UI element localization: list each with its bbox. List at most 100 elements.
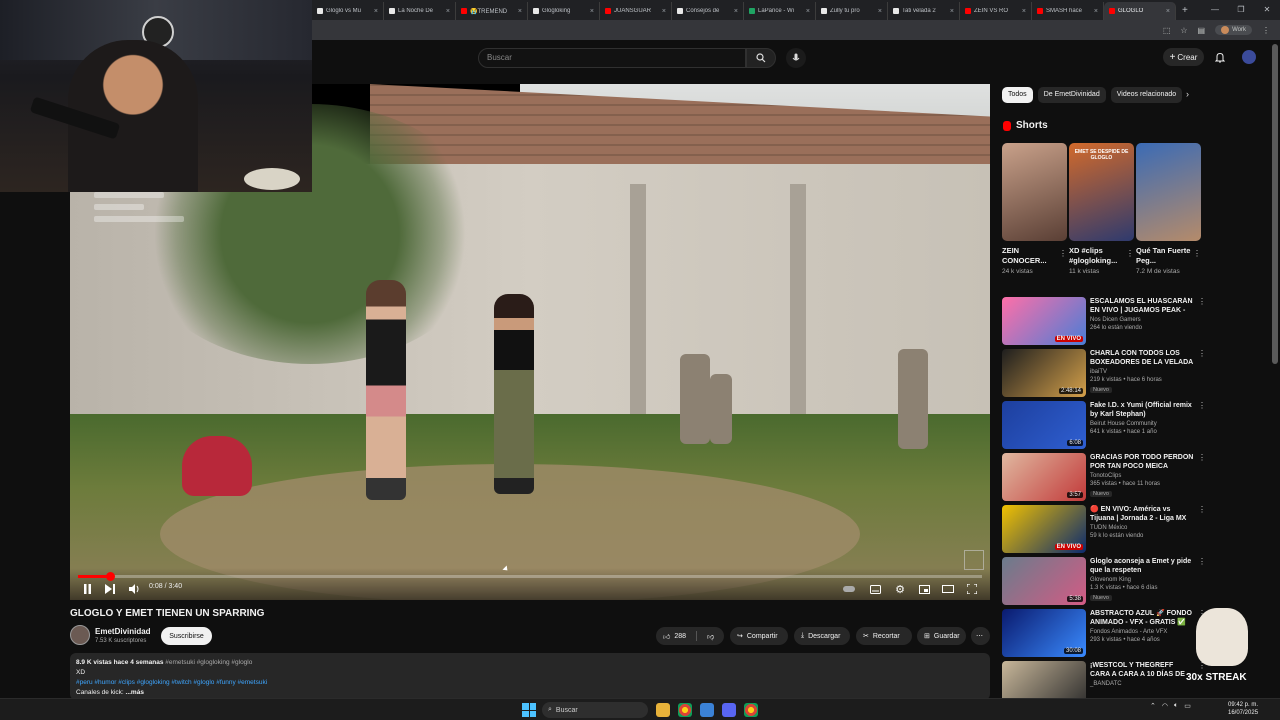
dislike-button[interactable]: 👎︎ (707, 632, 714, 641)
show-more-link[interactable]: ...más (126, 689, 144, 696)
start-button[interactable] (522, 703, 536, 717)
chrome-icon[interactable] (678, 703, 692, 717)
recommended-video[interactable]: 3:57 GRACIAS POR TODO PERDON POR TAN POCO… (1002, 453, 1206, 501)
browser-menu-icon[interactable]: ⋮ (1262, 26, 1270, 35)
tab-close-icon[interactable]: × (518, 8, 522, 15)
cast-icon[interactable]: ⬚ (1163, 26, 1171, 35)
channel-name[interactable]: Glovenom King (1090, 577, 1131, 583)
browser-tab[interactable]: JUANSGUAR × (600, 2, 672, 20)
video-thumbnail[interactable]: 5:38 (1002, 557, 1086, 605)
browser-tab[interactable]: Glogloking × (528, 2, 600, 20)
search-button[interactable] (746, 48, 776, 68)
browser-tab[interactable]: La Noche De × (384, 2, 456, 20)
short-card[interactable]: EMET SE DESPIDE DE GLOGLO XD #clips #glog… (1069, 143, 1134, 275)
recommended-video[interactable]: EN VIVO 🔴 EN VIVO: América vs Tijuana | J… (1002, 505, 1206, 553)
fullscreen-button[interactable] (965, 582, 979, 596)
recommended-video[interactable]: 5:38 Gloglo aconseja a Emet y pide que la… (1002, 557, 1206, 605)
chevron-up-icon[interactable]: ⌃ (1150, 702, 1156, 710)
pause-button[interactable] (80, 582, 94, 596)
tab-close-icon[interactable]: × (734, 8, 738, 15)
video-title[interactable]: ¡WESTCOL Y THEGREFF CARA A CARA A 10 DÍA… (1090, 661, 1194, 679)
browser-tab[interactable]: Tati velada 2 × (888, 2, 960, 20)
browser-tab[interactable]: Zully tu pro × (816, 2, 888, 20)
browser-tab[interactable]: SMASH hace × (1032, 2, 1104, 20)
discord-icon[interactable] (722, 703, 736, 717)
page-scrollbar[interactable] (1272, 44, 1278, 364)
video-thumbnail[interactable]: 30:08 (1002, 609, 1086, 657)
miniplayer-button[interactable] (917, 582, 931, 596)
share-button[interactable]: ↪ Compartir (730, 627, 788, 645)
autoplay-toggle[interactable] (842, 582, 856, 596)
more-vertical-icon[interactable]: ⋮ (1198, 557, 1206, 566)
more-vertical-icon[interactable]: ⋮ (1193, 249, 1201, 258)
more-vertical-icon[interactable]: ⋮ (1126, 249, 1134, 258)
tab-close-icon[interactable]: × (662, 8, 666, 15)
filter-chip[interactable]: Todos (1002, 87, 1033, 103)
more-vertical-icon[interactable]: ⋮ (1198, 401, 1206, 410)
chrome-icon-2[interactable] (744, 703, 758, 717)
short-card[interactable]: Qué Tan Fuerte Peg... 7.2 M de vistas ⋮ (1136, 143, 1201, 275)
taskbar-clock[interactable]: 09:42 p. m. 16/07/2025 (1228, 701, 1258, 717)
scrubber-handle[interactable] (105, 572, 115, 581)
browser-tab[interactable]: GLOGLO × (1104, 2, 1176, 20)
short-title[interactable]: ZEIN CONOCER... (1002, 246, 1057, 266)
channel-name[interactable]: ibaiTV (1090, 369, 1107, 375)
recommended-video[interactable]: 30:08 ABSTRACTO AZUL 🚀 FONDO ANIMADO - VF… (1002, 609, 1206, 657)
video-thumbnail[interactable]: 2:48:14 (1002, 349, 1086, 397)
app-icon[interactable] (700, 703, 714, 717)
more-vertical-icon[interactable]: ⋮ (1198, 349, 1206, 358)
taskbar-search[interactable]: ⌕ Buscar (542, 702, 648, 718)
short-thumbnail[interactable] (1136, 143, 1201, 241)
short-title[interactable]: XD #clips #glogloking... (1069, 246, 1124, 266)
notifications-button[interactable] (1213, 50, 1227, 64)
bookmark-star-icon[interactable]: ☆ (1180, 26, 1187, 35)
next-button[interactable] (103, 582, 117, 596)
subscribe-button[interactable]: Suscribirse (161, 627, 212, 645)
short-thumbnail[interactable] (1002, 143, 1067, 241)
channel-name[interactable]: TUDN México (1090, 525, 1127, 531)
tab-close-icon[interactable]: × (878, 8, 882, 15)
create-button[interactable]: + Crear (1163, 48, 1204, 66)
profile-chip[interactable]: Work (1215, 25, 1252, 35)
short-title[interactable]: Qué Tan Fuerte Peg... (1136, 246, 1191, 266)
recommended-video[interactable]: 6:08 Fake I.D. x Yumi (Official remix by … (1002, 401, 1206, 449)
video-thumbnail[interactable]: 6:08 (1002, 401, 1086, 449)
channel-watermark-icon[interactable] (964, 550, 984, 570)
browser-tab[interactable]: LaPance - Wi × (744, 2, 816, 20)
like-button[interactable]: 👍︎ 288 (663, 632, 686, 641)
voice-search-button[interactable] (786, 48, 806, 68)
wifi-icon[interactable]: ◠ (1162, 702, 1168, 710)
more-actions-button[interactable]: ⋯ (971, 627, 990, 645)
tab-close-icon[interactable]: × (1094, 8, 1098, 15)
close-window-icon[interactable]: ✕ (1254, 0, 1280, 20)
more-vertical-icon[interactable]: ⋮ (1198, 297, 1206, 306)
more-vertical-icon[interactable]: ⋮ (1059, 249, 1067, 258)
battery-icon[interactable]: ▭ (1184, 702, 1191, 710)
search-input[interactable]: Buscar (478, 48, 746, 68)
browser-tab[interactable]: Gloglo vs Mu × (312, 2, 384, 20)
video-thumbnail[interactable]: EN VIVO (1002, 297, 1086, 345)
save-button[interactable]: ⊞ Guardar (917, 627, 966, 645)
maximize-icon[interactable]: ❐ (1228, 0, 1254, 20)
description-box[interactable]: 8.9 K vistas hace 4 semanas #emetsuki #g… (70, 653, 990, 700)
recommended-video[interactable]: 2:48:14 CHARLA CON TODOS LOS BOXEADORES D… (1002, 349, 1206, 397)
description-hashtags[interactable]: #peru #humor #clips #glogloking #twitch … (76, 678, 984, 688)
subtitles-button[interactable] (868, 582, 882, 596)
video-title[interactable]: ESCALAMOS EL HUASCARÁN EN VIVO | JUGAMOS… (1090, 297, 1194, 315)
channel-name[interactable]: Fondos Animados - Arte VFX (1090, 629, 1167, 635)
filter-chip[interactable]: De EmetDivinidad (1037, 87, 1106, 103)
minimize-icon[interactable]: — (1202, 0, 1228, 20)
video-title[interactable]: GRACIAS POR TODO PERDON POR TAN POCO MEI… (1090, 453, 1194, 471)
video-title[interactable]: 🔴 EN VIVO: América vs Tijuana | Jornada … (1090, 505, 1194, 523)
recommended-video[interactable]: EN VIVO ESCALAMOS EL HUASCARÁN EN VIVO | … (1002, 297, 1206, 345)
download-button[interactable]: ⤓ Descargar (794, 627, 850, 645)
tab-close-icon[interactable]: × (1166, 8, 1170, 15)
account-avatar[interactable] (1242, 50, 1256, 64)
browser-tab[interactable]: Consejos de × (672, 2, 744, 20)
new-tab-button[interactable]: + (1182, 2, 1188, 20)
theater-mode-button[interactable] (941, 582, 955, 596)
volume-button[interactable] (127, 582, 141, 596)
channel-name[interactable]: Beirut House Community (1090, 421, 1157, 427)
channel-name[interactable]: TonotoClips (1090, 473, 1121, 479)
short-card[interactable]: ZEIN CONOCER... 24 k vistas ⋮ (1002, 143, 1067, 275)
